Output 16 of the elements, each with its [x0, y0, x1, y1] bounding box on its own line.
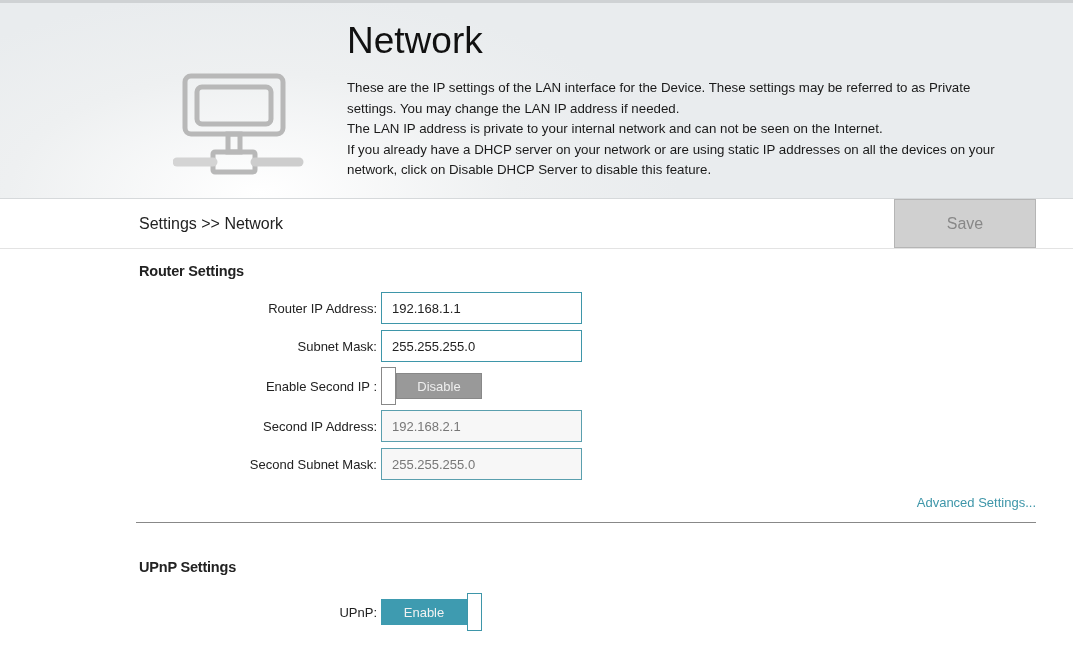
input-field[interactable]: 192.168.1.1	[381, 292, 582, 324]
field-label: Subnet Mask:	[296, 338, 378, 354]
page-title: Network	[347, 20, 484, 62]
field-label: Second Subnet Mask:	[248, 456, 378, 472]
description-text: These are the IP settings of the LAN interface for the Device. These settings may be referred to as Private settings. You may change the LAN IP address if needed.	[347, 79, 972, 118]
description-text: If you already have a DHCP server on your network or are using static IP addresses on all the devices on your network, click on Disable DHCP Server to disable this feature.	[347, 140, 996, 179]
field-label: Router IP Address:	[267, 300, 378, 316]
advanced-settings-link[interactable]: Advanced Settings...	[916, 495, 1036, 510]
field-label: Second IP Address:	[262, 418, 378, 434]
input-field[interactable]: 255.255.255.0	[381, 330, 582, 362]
field-label: UPnP:	[338, 604, 378, 620]
description-text: The LAN IP address is private to your internal network and can not be seen on the Internet.	[347, 120, 884, 138]
section-heading: Router Settings	[139, 263, 245, 279]
section-heading: UPnP Settings	[139, 559, 238, 575]
breadcrumb: Settings >> Network	[139, 214, 284, 233]
field-label: Enable Second IP :	[264, 378, 378, 394]
